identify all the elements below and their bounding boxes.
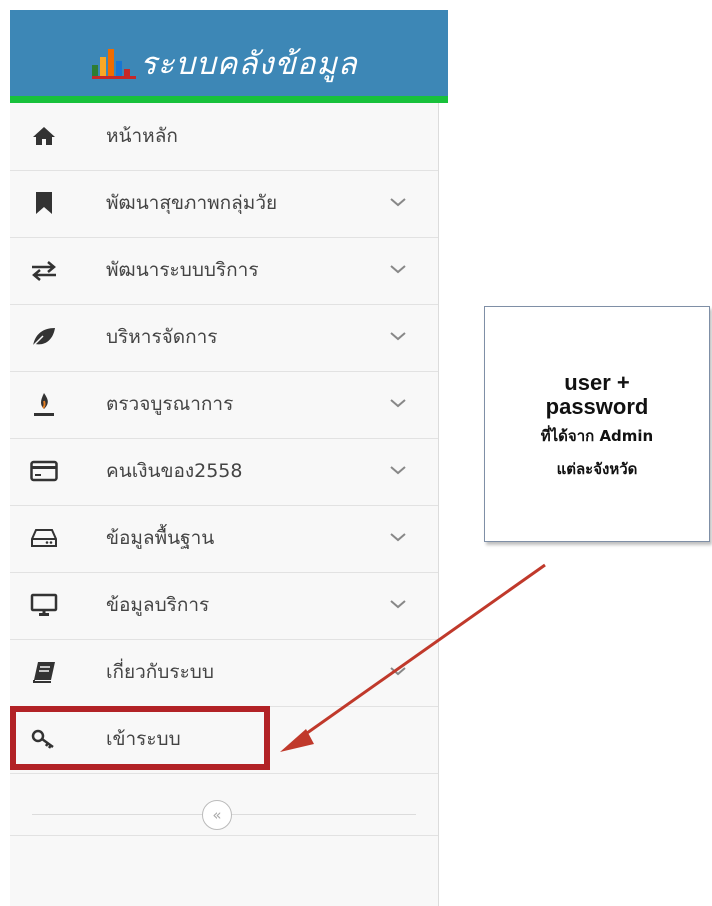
pointer-arrow bbox=[280, 563, 546, 752]
